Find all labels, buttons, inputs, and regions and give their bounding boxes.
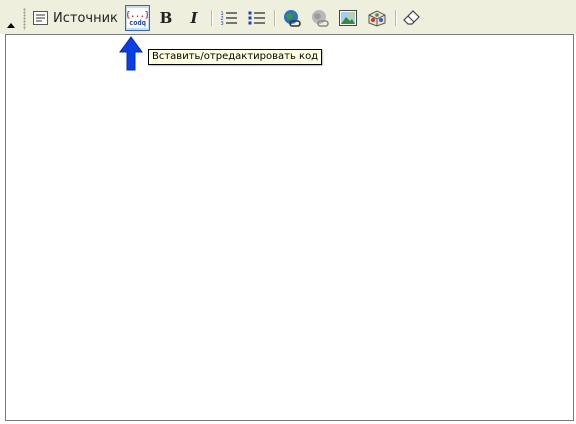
insert-code-button[interactable]: {...} codq [125,5,150,31]
source-button[interactable]: Источник [33,8,118,28]
bullet-list-icon [248,11,265,25]
image-icon [339,10,357,26]
object-button[interactable] [366,8,388,28]
italic-icon: I [190,9,198,27]
codeq-icon-top: {...} [127,10,148,19]
table-box-icon [368,10,386,27]
ordered-list-icon: 1 2 3 [221,11,237,26]
unlink-button[interactable] [310,8,330,28]
codeq-icon: {...} codq [127,8,148,28]
toolbar-separator [211,10,213,26]
link-icon [284,10,301,27]
toolbar-separator [274,10,276,26]
collapse-toolbar-icon[interactable] [7,23,15,28]
source-button-label: Источник [53,10,118,26]
unlink-icon [312,10,329,27]
link-button[interactable] [282,8,302,28]
bold-button[interactable]: B [158,9,174,27]
image-button[interactable] [338,8,358,28]
remove-format-button[interactable] [402,9,422,27]
source-icon [33,11,48,25]
bold-icon: B [159,9,173,27]
pointer-arrow-icon [119,36,143,71]
bullet-list-button[interactable] [247,9,267,27]
ordered-list-number: 3 [221,21,224,26]
toolbar-grip[interactable] [23,8,26,30]
toolbar-separator [395,10,397,26]
editor-content-area[interactable] [5,34,574,421]
editor-toolbar: Источник {...} codq B I 1 2 3 [0,0,576,34]
codeq-icon-bottom: codq [129,19,146,27]
italic-button[interactable]: I [186,9,202,27]
ordered-list-button[interactable]: 1 2 3 [219,9,239,27]
eraser-icon [403,10,420,25]
insert-code-tooltip: Вставить/отредактировать код [148,49,323,65]
